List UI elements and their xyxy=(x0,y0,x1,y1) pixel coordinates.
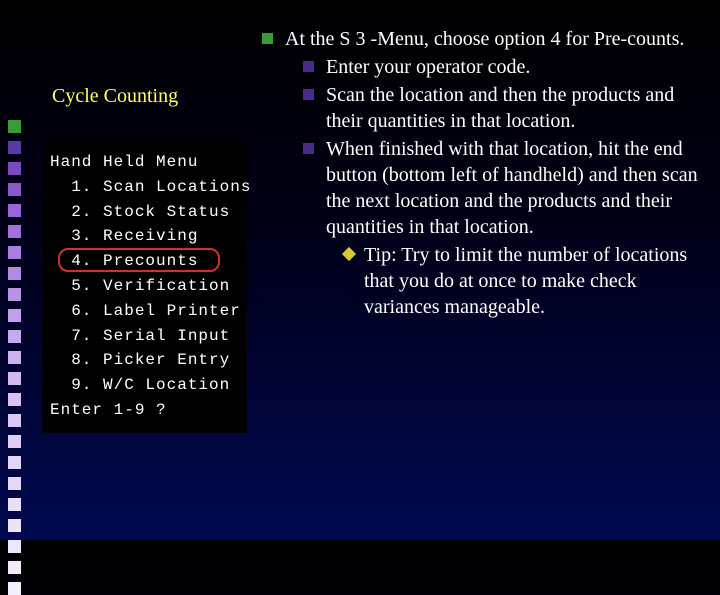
decor-square xyxy=(8,225,21,238)
decor-square xyxy=(8,120,21,133)
bullet-l1-text: At the S 3 -Menu, choose option 4 for Pr… xyxy=(285,28,684,50)
square-bullet-icon xyxy=(303,89,314,100)
terminal-menu-item: 4. Precounts xyxy=(50,249,243,274)
bullet-level2: Enter your operator code. xyxy=(303,54,702,80)
decor-square xyxy=(8,246,21,259)
decor-square xyxy=(8,561,21,574)
decor-square xyxy=(8,351,21,364)
decor-square xyxy=(8,393,21,406)
square-bullet-icon xyxy=(303,143,314,154)
decor-square xyxy=(8,456,21,469)
bullet-level2: Scan the location and then the products … xyxy=(303,82,702,134)
decor-square xyxy=(8,288,21,301)
bullet-l2-text: Scan the location and then the products … xyxy=(326,82,702,134)
terminal-title: Hand Held Menu xyxy=(50,150,243,175)
decor-square xyxy=(8,204,21,217)
terminal-menu-items: 1. Scan Locations 2. Stock Status 3. Rec… xyxy=(50,175,243,398)
terminal-menu-item: 9. W/C Location xyxy=(50,373,243,398)
terminal-menu-item: 1. Scan Locations xyxy=(50,175,243,200)
slide-subtitle: Cycle Counting xyxy=(52,85,178,108)
decor-square xyxy=(8,372,21,385)
decor-square xyxy=(8,540,21,553)
decor-square xyxy=(8,498,21,511)
terminal-menu-item: 6. Label Printer xyxy=(50,299,243,324)
terminal-prompt: Enter 1-9 ? xyxy=(50,398,243,423)
decor-square xyxy=(8,183,21,196)
bullet-l2-text: When finished with that location, hit th… xyxy=(326,138,698,238)
bullet-l3-text: Tip: Try to limit the number of location… xyxy=(364,242,702,320)
terminal-menu-item: 2. Stock Status xyxy=(50,200,243,225)
content-area: At the S 3 -Menu, choose option 4 for Pr… xyxy=(262,26,702,320)
square-bullet-icon xyxy=(262,33,273,44)
terminal-menu-item: 5. Verification xyxy=(50,274,243,299)
decor-square xyxy=(8,519,21,532)
decorative-square-column xyxy=(4,120,28,595)
terminal-menu-item: 7. Serial Input xyxy=(50,324,243,349)
decor-square xyxy=(8,141,21,154)
decor-square xyxy=(8,435,21,448)
bullet-level1: At the S 3 -Menu, choose option 4 for Pr… xyxy=(262,26,702,320)
diamond-bullet-icon xyxy=(342,247,356,261)
decor-square xyxy=(8,309,21,322)
decor-square xyxy=(8,267,21,280)
terminal-menu-item: 8. Picker Entry xyxy=(50,348,243,373)
bullet-level2: When finished with that location, hit th… xyxy=(303,136,702,320)
sub-list: Enter your operator code. Scan the locat… xyxy=(285,54,702,320)
decor-square xyxy=(8,330,21,343)
bullet-l2-text: Enter your operator code. xyxy=(326,54,702,80)
terminal-menu-item: 3. Receiving xyxy=(50,224,243,249)
terminal-screenshot: Hand Held Menu 1. Scan Locations 2. Stoc… xyxy=(42,140,247,433)
square-bullet-icon xyxy=(303,61,314,72)
decor-square xyxy=(8,582,21,595)
bullet-level3: Tip: Try to limit the number of location… xyxy=(344,242,702,320)
decor-square xyxy=(8,414,21,427)
decor-square xyxy=(8,477,21,490)
decor-square xyxy=(8,162,21,175)
